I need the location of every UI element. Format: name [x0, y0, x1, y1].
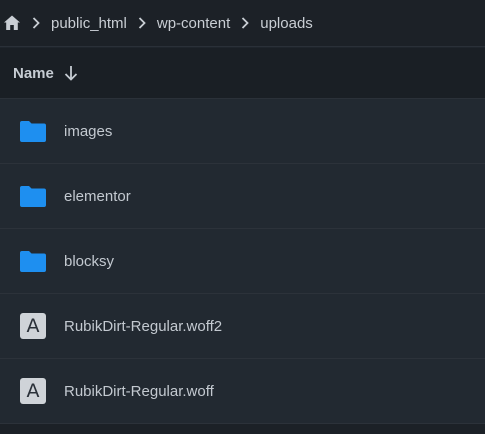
- file-name: images: [64, 122, 113, 140]
- file-list: images elementor blocksy A RubikDirt-Regular…: [0, 99, 485, 424]
- font-glyph: A: [20, 378, 46, 404]
- breadcrumb-item-wp-content[interactable]: wp-content: [157, 15, 230, 32]
- font-glyph: A: [20, 313, 46, 339]
- arrow-down-icon: [62, 64, 80, 82]
- sort-by-name-button[interactable]: Name: [13, 64, 80, 82]
- folder-row[interactable]: blocksy: [0, 229, 485, 294]
- breadcrumb: public_html wp-content uploads: [0, 0, 485, 47]
- folder-icon: [19, 182, 47, 210]
- chevron-right-icon: [133, 14, 151, 32]
- column-name-label: Name: [13, 64, 54, 82]
- file-name: blocksy: [64, 252, 115, 270]
- folder-row[interactable]: images: [0, 99, 485, 164]
- breadcrumb-item-uploads[interactable]: uploads: [260, 15, 313, 32]
- file-name: RubikDirt-Regular.woff: [64, 382, 214, 400]
- chevron-right-icon: [27, 14, 45, 32]
- folder-row[interactable]: elementor: [0, 164, 485, 229]
- file-name: RubikDirt-Regular.woff2: [64, 317, 223, 335]
- list-footer: [0, 424, 485, 434]
- file-row[interactable]: A RubikDirt-Regular.woff: [0, 359, 485, 424]
- file-manager: public_html wp-content uploads Name imag…: [0, 0, 485, 434]
- font-file-icon: A: [19, 377, 47, 405]
- folder-icon: [19, 247, 47, 275]
- breadcrumb-item-public-html[interactable]: public_html: [51, 15, 127, 32]
- file-row[interactable]: A RubikDirt-Regular.woff2: [0, 294, 485, 359]
- file-name: elementor: [64, 187, 131, 205]
- column-header: Name: [0, 48, 485, 99]
- home-icon[interactable]: [3, 14, 21, 32]
- chevron-right-icon: [236, 14, 254, 32]
- font-file-icon: A: [19, 312, 47, 340]
- folder-icon: [19, 117, 47, 145]
